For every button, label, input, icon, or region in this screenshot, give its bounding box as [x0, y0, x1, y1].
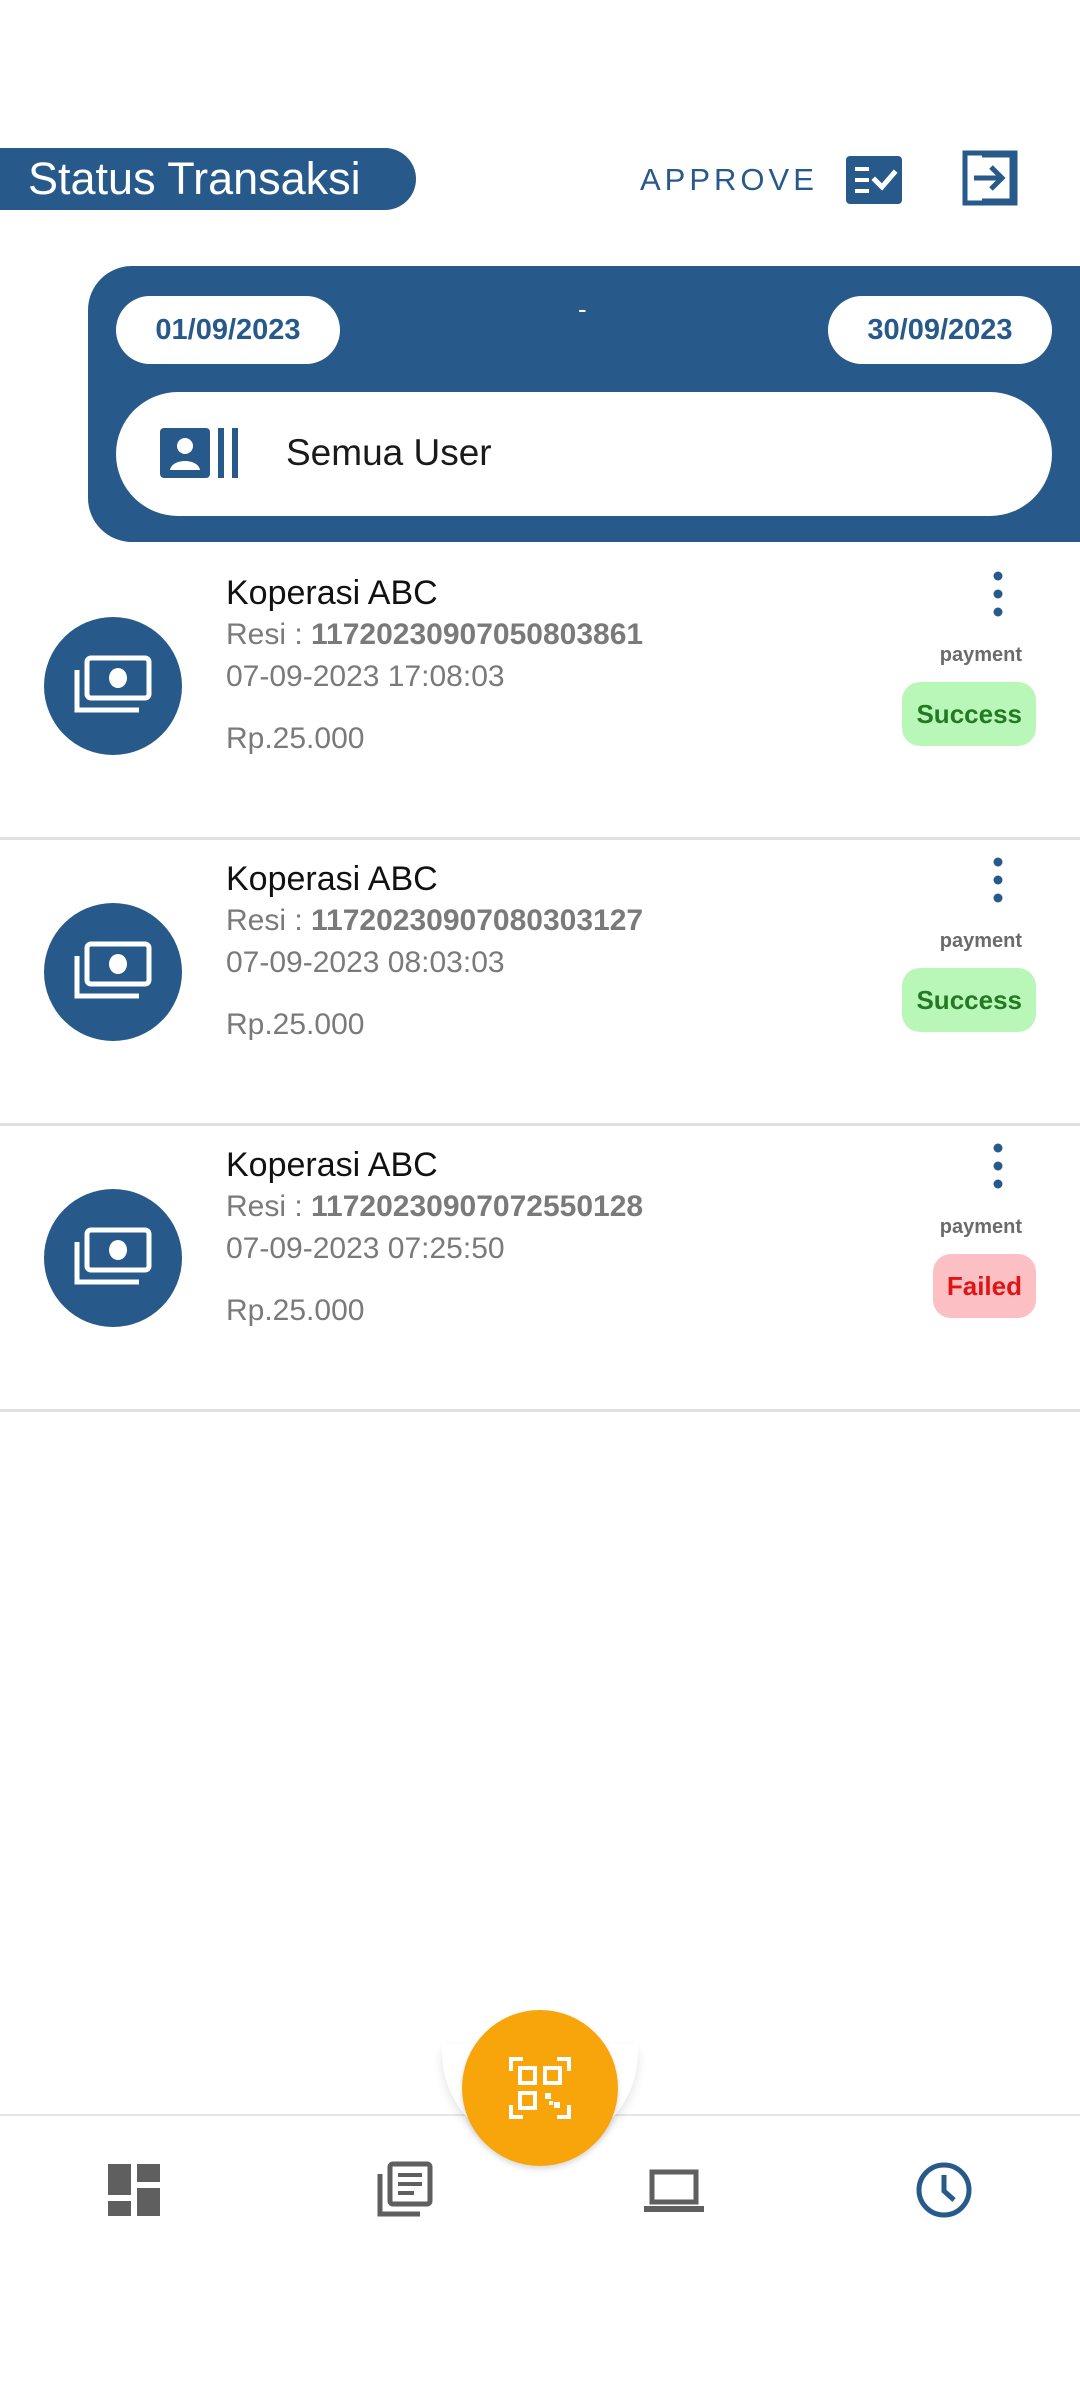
date-start-picker[interactable]: 01/09/2023 [116, 296, 340, 364]
checklist-icon [845, 156, 902, 204]
status-badge: Success [902, 682, 1036, 746]
receipt-number: Resi : 11720230907072550128 [226, 1190, 644, 1223]
date-end-picker[interactable]: 30/09/2023 [828, 296, 1052, 364]
list-item[interactable]: Koperasi ABC Resi : 11720230907072550128… [0, 1126, 1080, 1412]
status-badge: Success [902, 968, 1036, 1032]
money-icon [44, 1189, 182, 1327]
merchant-name: Koperasi ABC [226, 860, 438, 898]
status-badge: Failed [932, 1254, 1036, 1318]
transaction-type: payment [939, 1216, 1022, 1238]
receipt-number: Resi : 11720230907050803861 [226, 618, 644, 651]
transaction-type: payment [939, 644, 1022, 666]
devices-icon[interactable] [644, 2160, 704, 2220]
more-vert-icon[interactable] [980, 568, 1016, 620]
transaction-type: payment [939, 930, 1022, 952]
more-vert-icon[interactable] [980, 854, 1016, 906]
page-title: Status Transaksi [0, 148, 416, 210]
more-vert-icon[interactable] [980, 1140, 1016, 1192]
transaction-datetime: 07-09-2023 08:03:03 [226, 946, 505, 979]
approve-label: APPROVE [640, 162, 818, 197]
money-icon [44, 903, 182, 1041]
transaction-amount: Rp.25.000 [226, 1008, 365, 1041]
transaction-list: Koperasi ABC Resi : 11720230907050803861… [0, 554, 1080, 1412]
money-icon [44, 617, 182, 755]
filter-card: 01/09/2023 - 30/09/2023 Semua User [88, 266, 1080, 542]
date-separator: - [578, 294, 587, 324]
transaction-datetime: 07-09-2023 07:25:50 [226, 1232, 505, 1265]
dashboard-icon[interactable] [104, 2160, 164, 2220]
merchant-name: Koperasi ABC [226, 1146, 438, 1184]
merchant-name: Koperasi ABC [226, 574, 438, 612]
list-item[interactable]: Koperasi ABC Resi : 11720230907080303127… [0, 840, 1080, 1126]
user-card-icon [160, 428, 238, 478]
user-select[interactable]: Semua User [116, 392, 1052, 516]
list-item[interactable]: Koperasi ABC Resi : 11720230907050803861… [0, 554, 1080, 840]
reports-icon[interactable] [374, 2160, 434, 2220]
transaction-amount: Rp.25.000 [226, 1294, 365, 1327]
receipt-number: Resi : 11720230907080303127 [226, 904, 644, 937]
history-icon[interactable] [914, 2160, 974, 2220]
logout-icon[interactable] [962, 150, 1018, 206]
transaction-amount: Rp.25.000 [226, 722, 365, 755]
qr-scan-button[interactable] [462, 2010, 618, 2166]
user-select-label: Semua User [286, 432, 492, 473]
approve-button[interactable]: APPROVE [640, 152, 902, 208]
qr-scan-icon [509, 2057, 571, 2119]
transaction-datetime: 07-09-2023 17:08:03 [226, 660, 505, 693]
